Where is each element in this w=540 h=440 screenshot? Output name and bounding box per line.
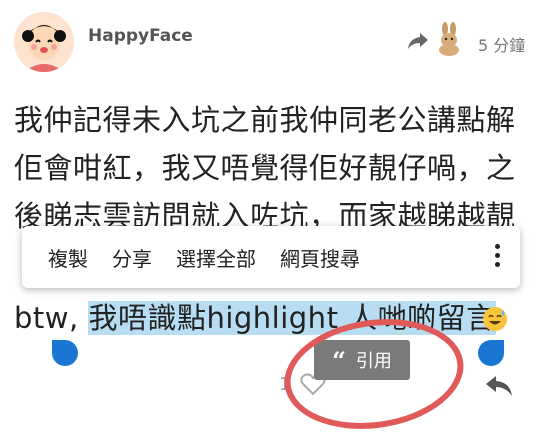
menu-item-web-search[interactable]: 網頁搜尋 — [280, 243, 360, 272]
menu-item-copy[interactable]: 複製 — [48, 243, 88, 272]
rabbit-icon — [439, 22, 459, 56]
text-selection-menu: 複製 分享 選擇全部 網頁搜尋 — [22, 226, 520, 288]
quote-button-label: 引用 — [355, 351, 392, 372]
avatar[interactable] — [14, 12, 74, 72]
menu-item-share[interactable]: 分享 — [112, 243, 152, 272]
share-icon[interactable] — [406, 30, 430, 52]
post-text-line: btw, 我唔識點highlight 人哋啲留言 — [14, 298, 496, 338]
post-text-plain: btw, — [14, 301, 89, 335]
post-text-line: 佢會咁紅，我又唔覺得佢好靚仔喎，之 — [14, 151, 516, 185]
selected-text[interactable]: 我唔識點highlight 人哋啲留言 — [88, 301, 496, 335]
reply-icon[interactable] — [484, 372, 514, 398]
like-count: 1 — [279, 374, 291, 395]
avatar-icon — [14, 12, 74, 72]
quote-icon: “ — [332, 345, 346, 375]
timestamp: 5 分鐘 — [478, 36, 526, 55]
menu-item-select-all[interactable]: 選擇全部 — [176, 243, 256, 272]
username[interactable]: HappyFace — [88, 26, 193, 46]
quote-button[interactable]: “ 引用 — [314, 340, 410, 380]
post-text-line: 我仲記得未入坑之前我仲同老公講點解 — [14, 103, 516, 137]
sweat-smile-emoji — [483, 307, 507, 331]
selection-handle-start[interactable] — [52, 340, 78, 366]
selection-handle-end[interactable] — [478, 340, 504, 366]
more-vert-icon[interactable] — [494, 244, 500, 270]
